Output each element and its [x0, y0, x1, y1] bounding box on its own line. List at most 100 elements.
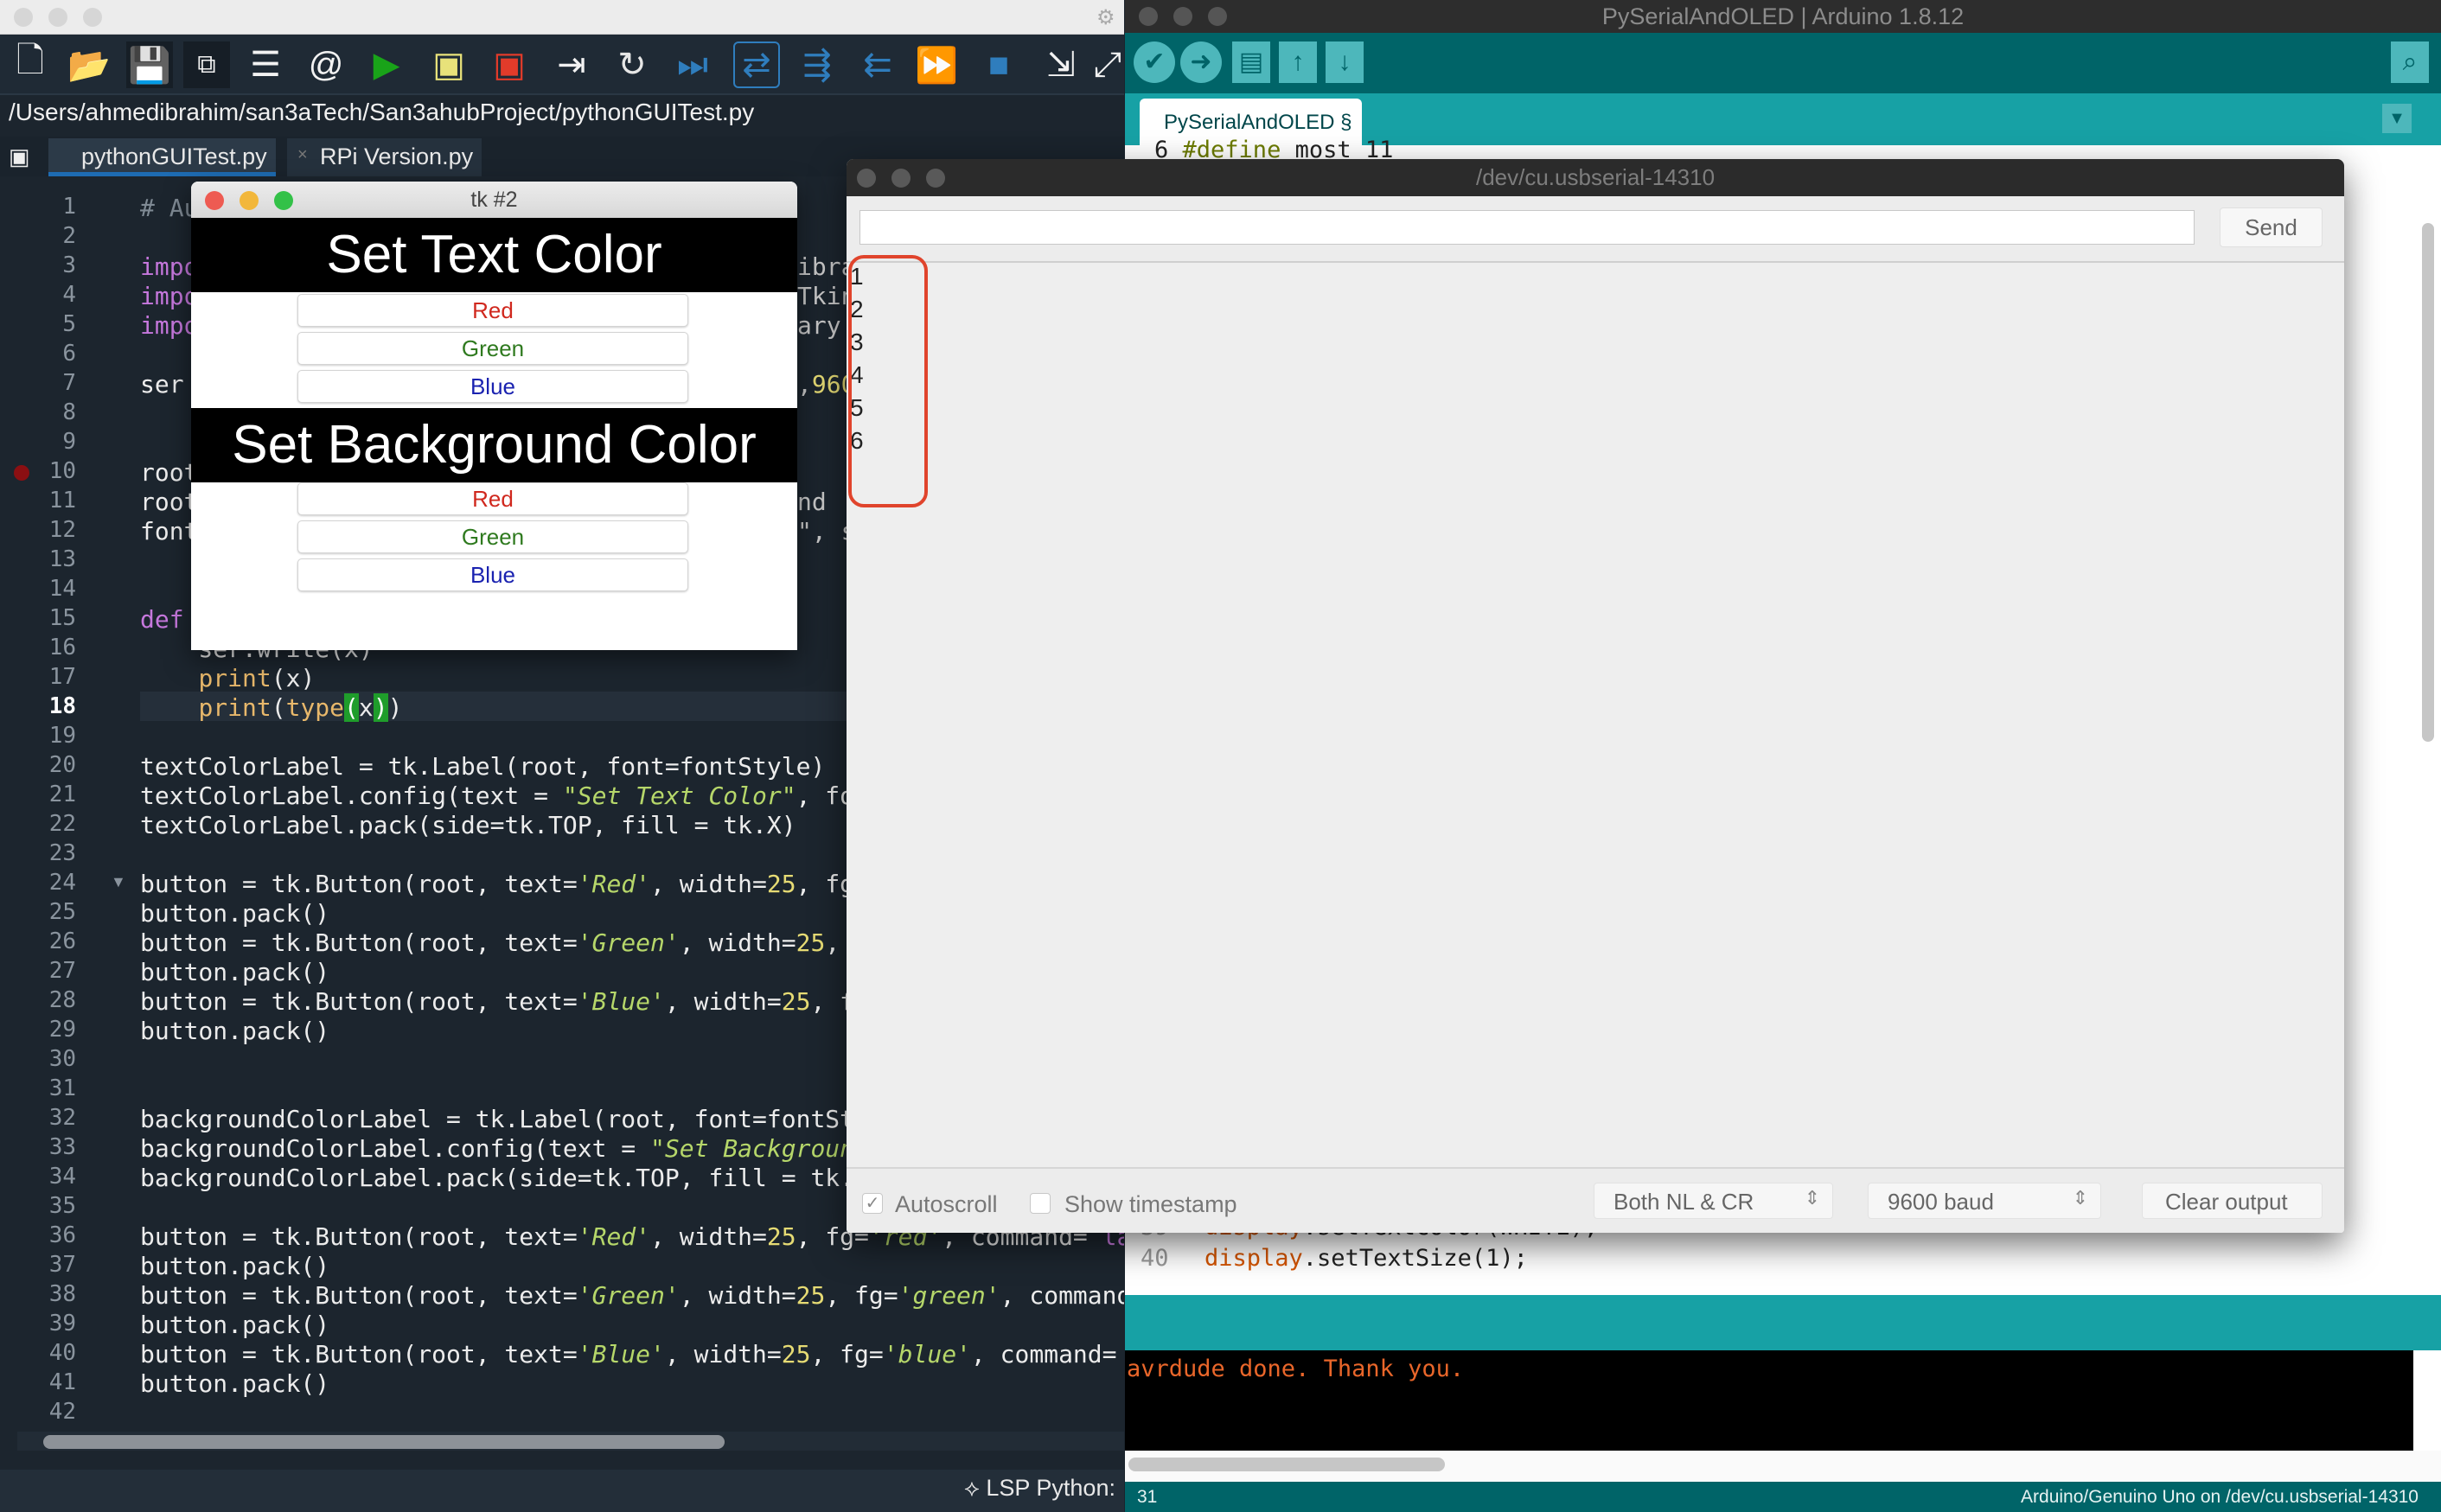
- save-sketch-icon[interactable]: ↓: [1326, 41, 1364, 83]
- line-number: 19: [48, 723, 76, 749]
- line-number: 36: [48, 1222, 76, 1248]
- code-token: x: [358, 693, 374, 722]
- text-red-button[interactable]: Red: [297, 294, 688, 327]
- code-token: 25: [796, 1281, 826, 1310]
- fast-forward-icon[interactable]: ⏩: [913, 41, 960, 88]
- tk-title: tk #2: [470, 188, 518, 212]
- scrollbar-thumb[interactable]: [43, 1435, 725, 1449]
- code-line: impo: [140, 282, 198, 310]
- step-icon[interactable]: ⇥: [548, 41, 595, 88]
- baud-select[interactable]: 9600 baud ⇕: [1868, 1183, 2101, 1219]
- line-number: 42: [48, 1399, 76, 1425]
- minimize-button[interactable]: [1173, 7, 1192, 26]
- bg-blue-button[interactable]: Blue: [297, 558, 688, 591]
- close-tab-icon[interactable]: ×: [297, 145, 308, 165]
- close-button[interactable]: [857, 169, 876, 188]
- panel-icon[interactable]: ▣: [9, 144, 30, 170]
- file-path: /Users/ahmedibrahim/san3aTech/San3ahubPr…: [9, 99, 755, 125]
- reload-icon[interactable]: ↻: [609, 41, 655, 88]
- run-icon[interactable]: ▶: [363, 41, 410, 88]
- minimize-button[interactable]: [891, 169, 911, 188]
- save-icon[interactable]: 💾: [126, 41, 173, 88]
- new-file-icon[interactable]: 🗋: [7, 41, 54, 88]
- code-token: "Set Backgroun: [650, 1134, 855, 1163]
- bg-red-button[interactable]: Red: [297, 482, 688, 515]
- code-token: # Au: [140, 194, 199, 222]
- line-number: 27: [48, 958, 76, 984]
- export-icon[interactable]: ⇲: [1038, 41, 1084, 88]
- open-folder-icon[interactable]: 📂: [66, 41, 112, 88]
- stop-icon[interactable]: ■: [975, 41, 1022, 88]
- status-bar: [0, 1470, 1124, 1512]
- outdent-icon[interactable]: ⇇: [854, 41, 901, 88]
- bg-green-button[interactable]: Green: [297, 520, 688, 553]
- clear-output-button[interactable]: Clear output: [2142, 1183, 2323, 1219]
- save-all-icon[interactable]: ⧉: [183, 41, 230, 88]
- send-button[interactable]: Send: [2220, 207, 2323, 247]
- indent-icon[interactable]: ⇶: [794, 41, 840, 88]
- upload-icon[interactable]: ➜: [1180, 41, 1222, 83]
- text-green-button[interactable]: Green: [297, 332, 688, 365]
- code-token: 'Red': [577, 1222, 651, 1251]
- code-token: impo: [140, 311, 199, 340]
- line-number: 21: [48, 782, 76, 807]
- close-button[interactable]: [14, 8, 33, 27]
- timestamp-checkbox[interactable]: [1030, 1193, 1051, 1214]
- code-token: button = tk.Button(root, text=: [140, 1281, 578, 1310]
- code-token: 25: [781, 1340, 811, 1368]
- zoom-button[interactable]: [926, 169, 945, 188]
- code-line: button.pack(): [140, 958, 329, 986]
- line-ending-select[interactable]: Both NL & CR ⇕: [1594, 1183, 1833, 1219]
- serial-monitor-icon[interactable]: ⌕: [2391, 41, 2429, 83]
- code-line: backgroundColorLabel = tk.Label(root, fo…: [140, 1105, 854, 1133]
- run-file-icon[interactable]: ▣: [425, 41, 472, 88]
- code-token: button = tk.Button(root, text=: [140, 1222, 578, 1251]
- code-line: impo: [140, 311, 198, 340]
- scrollbar-thumb[interactable]: [1128, 1458, 1445, 1471]
- editor-console-divider[interactable]: [1125, 1295, 2441, 1350]
- gear-icon[interactable]: ⚙: [1096, 5, 1115, 30]
- minimize-button[interactable]: [48, 8, 67, 27]
- stop-run-icon[interactable]: ▣: [486, 41, 533, 88]
- code-line: button = tk.Button(root, text='Green', w…: [140, 928, 854, 957]
- minimize-button[interactable]: [240, 191, 259, 210]
- serial-input[interactable]: [859, 210, 2195, 245]
- vertical-scrollbar[interactable]: [2422, 223, 2434, 742]
- code-line: print(type(x)): [140, 693, 402, 722]
- code-token: , command: [1000, 1281, 1124, 1310]
- line-number: 41: [48, 1369, 76, 1395]
- zoom-button[interactable]: [83, 8, 102, 27]
- close-button[interactable]: [1139, 7, 1158, 26]
- serial-monitor-titlebar: /dev/cu.usbserial-14310: [847, 159, 2344, 196]
- zoom-button[interactable]: [1208, 7, 1227, 26]
- step-over-icon[interactable]: ⏭: [669, 41, 716, 88]
- verify-icon[interactable]: ✔: [1134, 41, 1175, 83]
- new-sketch-icon[interactable]: ▤: [1232, 41, 1270, 83]
- expand-icon[interactable]: ⤢: [1091, 41, 1124, 88]
- zoom-button[interactable]: [274, 191, 293, 210]
- code-token: , width=: [650, 870, 767, 898]
- arduino-titlebar: PySerialAndOLED | Arduino 1.8.12: [1125, 0, 2441, 33]
- code-line: button.pack(): [140, 1017, 329, 1045]
- code-token: 'blue': [883, 1340, 971, 1368]
- code-token: textColorLabel.config(text =: [140, 782, 563, 810]
- tab-pythonguitest[interactable]: pythonGUITest.py: [48, 138, 276, 176]
- lsp-status[interactable]: ⟡ LSP Python:: [964, 1475, 1115, 1502]
- list-icon[interactable]: ☰: [242, 41, 289, 88]
- fold-icon[interactable]: ▼: [111, 873, 126, 891]
- open-sketch-icon[interactable]: ↑: [1279, 41, 1317, 83]
- text-blue-button[interactable]: Blue: [297, 370, 688, 403]
- code-token: 25: [766, 1222, 796, 1251]
- at-sign-icon[interactable]: @: [303, 41, 349, 88]
- toggle-icon[interactable]: ⇄: [733, 41, 780, 88]
- autoscroll-checkbox[interactable]: ✓: [862, 1193, 883, 1214]
- code-line: textColorLabel = tk.Label(root, font=fon…: [140, 752, 825, 781]
- tab-rpi-version[interactable]: × RPi Version.py: [287, 138, 482, 176]
- code-token: , width=: [679, 1281, 796, 1310]
- code-token: print: [198, 693, 272, 722]
- code-line: font: [140, 517, 198, 545]
- close-button[interactable]: [205, 191, 224, 210]
- breakpoint-icon[interactable]: [14, 465, 29, 481]
- code-token: 25: [796, 928, 826, 957]
- tab-menu-icon[interactable]: ▼: [2382, 104, 2412, 133]
